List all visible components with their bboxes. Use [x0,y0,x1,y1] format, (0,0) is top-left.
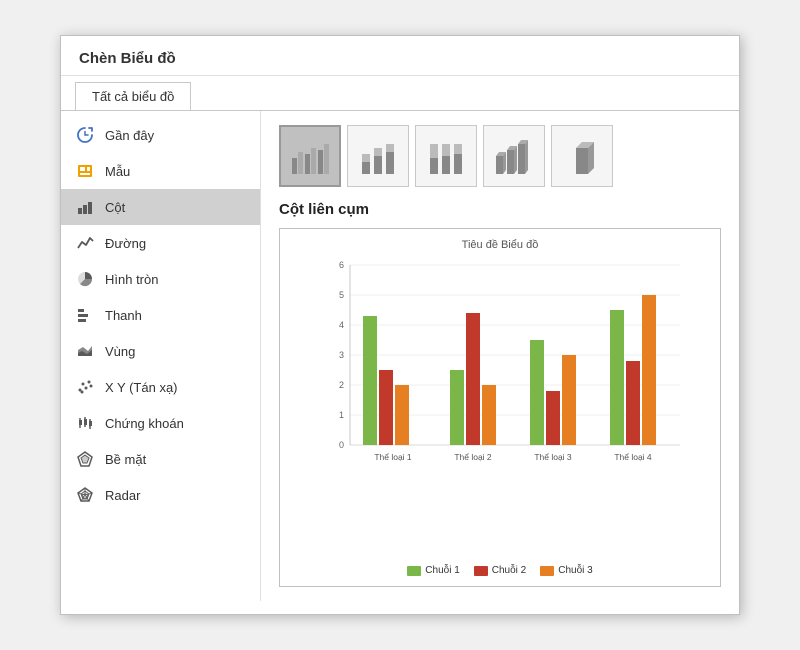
sidebar-item-stock[interactable]: Chứng khoán [61,405,260,441]
template-icon [75,161,95,181]
chart-type-3d-clustered[interactable] [483,125,545,187]
svg-text:2: 2 [339,380,344,390]
chart-type-100stacked[interactable] [415,125,477,187]
legend-dot-series2 [474,566,488,576]
sidebar-label-template: Mẫu [105,164,130,179]
sidebar-item-column[interactable]: Cột [61,189,260,225]
svg-text:Thể loại 1: Thể loại 1 [374,452,412,462]
legend-series3: Chuỗi 3 [540,565,592,576]
sidebar-label-column: Cột [105,200,125,215]
bar-cat3-s3 [562,355,576,445]
legend-series2: Chuỗi 2 [474,565,526,576]
sidebar-item-area[interactable]: Vùng [61,333,260,369]
chart-type-3d-column[interactable] [551,125,613,187]
sidebar-label-surface: Bề mặt [105,452,146,467]
svg-text:Thể loại 2: Thể loại 2 [454,452,492,462]
bar-cat3-s1 [530,340,544,445]
tab-bar: Tất cả biểu đồ [61,76,739,111]
sidebar-label-area: Vùng [105,344,135,359]
sidebar-label-stock: Chứng khoán [105,416,184,431]
legend-label-series3: Chuỗi 3 [558,565,592,576]
legend-label-series1: Chuỗi 1 [425,565,459,576]
bar-cat2-s1 [450,370,464,445]
svg-text:3: 3 [339,350,344,360]
chart-types-row [279,125,721,187]
insert-chart-dialog: Chèn Biểu đồ Tất cả biểu đồ Gần đây [60,35,740,615]
chart-legend: Chuỗi 1 Chuỗi 2 Chuỗi 3 [290,565,710,576]
sidebar-item-surface[interactable]: Bề mặt [61,441,260,477]
bar-cat2-s2 [466,313,480,445]
bar-cat4-s3 [642,295,656,445]
sidebar-item-recent[interactable]: Gần đây [61,117,260,153]
sidebar-item-scatter[interactable]: X Y (Tán xạ) [61,369,260,405]
sidebar-item-line[interactable]: Đường [61,225,260,261]
bar-cat3-s2 [546,391,560,445]
chart-preview-title: Tiêu đề Biểu đồ [290,239,710,251]
svg-text:4: 4 [339,320,344,330]
svg-text:0: 0 [339,440,344,450]
line-icon [75,233,95,253]
bar-cat4-s1 [610,310,624,445]
svg-text:5: 5 [339,290,344,300]
bar-cat4-s2 [626,361,640,445]
bar-icon [75,305,95,325]
legend-dot-series3 [540,566,554,576]
sidebar-item-bar[interactable]: Thanh [61,297,260,333]
chart-label: Cột liên cụm [279,201,721,218]
sidebar: Gần đây Mẫu [61,111,261,601]
scatter-icon [75,377,95,397]
recent-icon [75,125,95,145]
bar-cat1-s1 [363,316,377,445]
chart-type-stacked[interactable] [347,125,409,187]
legend-dot-series1 [407,566,421,576]
stock-icon [75,413,95,433]
svg-text:1: 1 [339,410,344,420]
sidebar-item-template[interactable]: Mẫu [61,153,260,189]
sidebar-label-bar: Thanh [105,308,142,323]
svg-text:Thể loại 3: Thể loại 3 [534,452,572,462]
main-panel: Cột liên cụm Tiêu đề Biểu đồ [261,111,739,601]
radar-icon [75,485,95,505]
pie-icon [75,269,95,289]
svg-text:6: 6 [339,260,344,270]
content-area: Gần đây Mẫu [61,111,739,601]
sidebar-label-recent: Gần đây [105,128,154,143]
area-icon [75,341,95,361]
bar-chart-area: 0 1 2 3 4 5 6 [290,255,710,561]
chart-type-clustered[interactable] [279,125,341,187]
bar-cat2-s3 [482,385,496,445]
sidebar-label-line: Đường [105,236,146,251]
bar-cat1-s3 [395,385,409,445]
surface-icon [75,449,95,469]
sidebar-label-pie: Hình tròn [105,272,158,287]
tab-all-charts[interactable]: Tất cả biểu đồ [75,82,191,110]
legend-series1: Chuỗi 1 [407,565,459,576]
column-icon [75,197,95,217]
bar-chart-svg: 0 1 2 3 4 5 6 [290,255,710,475]
chart-preview: Tiêu đề Biểu đồ 0 [279,228,721,587]
sidebar-item-radar[interactable]: Radar [61,477,260,513]
sidebar-label-scatter: X Y (Tán xạ) [105,380,178,395]
dialog-title: Chèn Biểu đồ [61,36,739,76]
svg-text:Thể loại 4: Thể loại 4 [614,452,652,462]
sidebar-item-pie[interactable]: Hình tròn [61,261,260,297]
legend-label-series2: Chuỗi 2 [492,565,526,576]
bar-cat1-s2 [379,370,393,445]
sidebar-label-radar: Radar [105,488,140,503]
